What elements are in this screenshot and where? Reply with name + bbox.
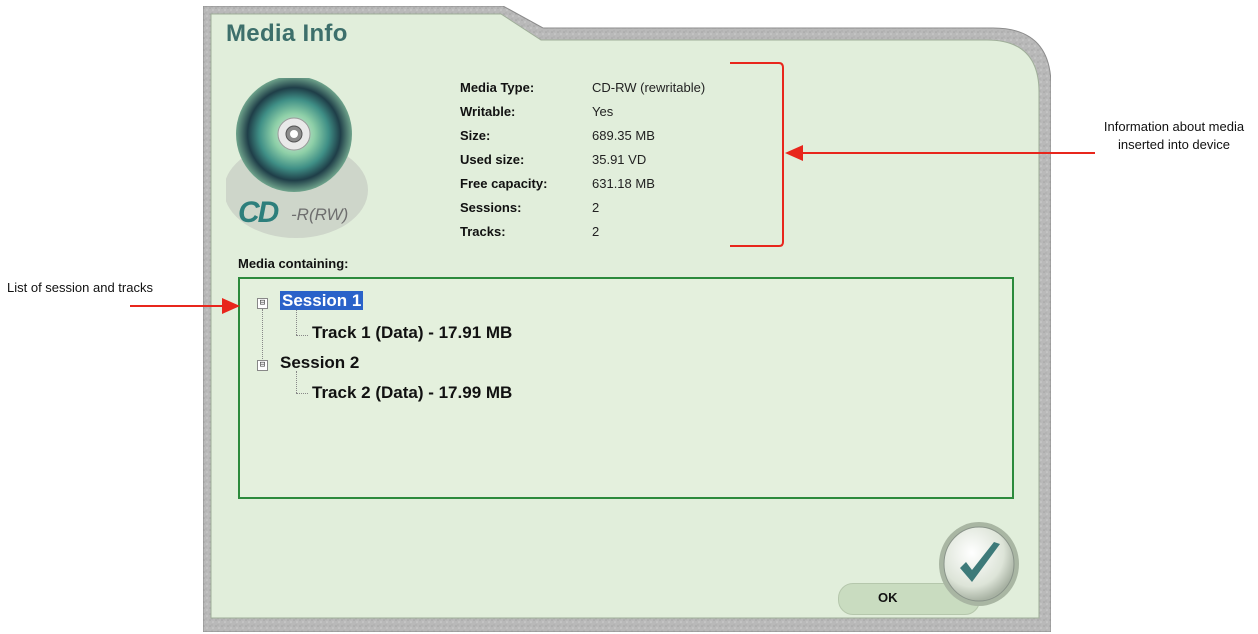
tree-session-2[interactable]: Session 2 bbox=[280, 353, 359, 373]
info-value: 689.35 MB bbox=[592, 128, 655, 143]
tree-connector bbox=[296, 371, 297, 393]
tree-track-2[interactable]: Track 2 (Data) - 17.99 MB bbox=[312, 383, 512, 403]
info-label: Sessions: bbox=[460, 200, 522, 215]
collapse-icon[interactable]: ⊟ bbox=[257, 360, 268, 371]
info-label: Size: bbox=[460, 128, 491, 143]
tree-connector bbox=[296, 335, 308, 336]
annotation-session-list: List of session and tracks bbox=[7, 280, 153, 295]
annotation-media-info: Information about media inserted into de… bbox=[1103, 119, 1245, 152]
info-value: 631.18 MB bbox=[592, 176, 655, 191]
info-label: Media Type: bbox=[460, 80, 535, 95]
info-label: Writable: bbox=[460, 104, 516, 119]
session-tree[interactable]: ⊟ Session 1 Track 1 (Data) - 17.91 MB ⊟ … bbox=[238, 277, 1014, 499]
tree-session-1[interactable]: Session 1 bbox=[280, 291, 364, 311]
tree-connector bbox=[296, 393, 308, 394]
info-label: Tracks: bbox=[460, 224, 506, 239]
tree-track-1[interactable]: Track 1 (Data) - 17.91 MB bbox=[312, 323, 512, 343]
annotation-bracket bbox=[730, 62, 1095, 247]
info-value: Yes bbox=[592, 104, 614, 119]
dialog-title: Media Info bbox=[226, 20, 348, 47]
annotation-arrow-left bbox=[130, 298, 240, 314]
info-label: Free capacity: bbox=[460, 176, 548, 191]
info-value: CD-RW (rewritable) bbox=[592, 80, 706, 95]
tree-session-1-label: Session 1 bbox=[280, 291, 364, 310]
info-value: 2 bbox=[592, 224, 600, 239]
info-value: 35.91 VD bbox=[592, 152, 647, 167]
cd-logo-subtitle: -R(RW) bbox=[291, 205, 349, 224]
info-value: 2 bbox=[592, 200, 600, 215]
ok-button[interactable] bbox=[936, 518, 1022, 608]
tree-connector bbox=[296, 309, 297, 335]
ok-label: OK bbox=[878, 590, 898, 605]
media-containing-label: Media containing: bbox=[238, 256, 349, 271]
cd-logo: CD bbox=[238, 196, 279, 229]
collapse-icon[interactable]: ⊟ bbox=[257, 298, 268, 309]
tree-connector bbox=[262, 309, 263, 367]
info-label: Used size: bbox=[460, 152, 525, 167]
